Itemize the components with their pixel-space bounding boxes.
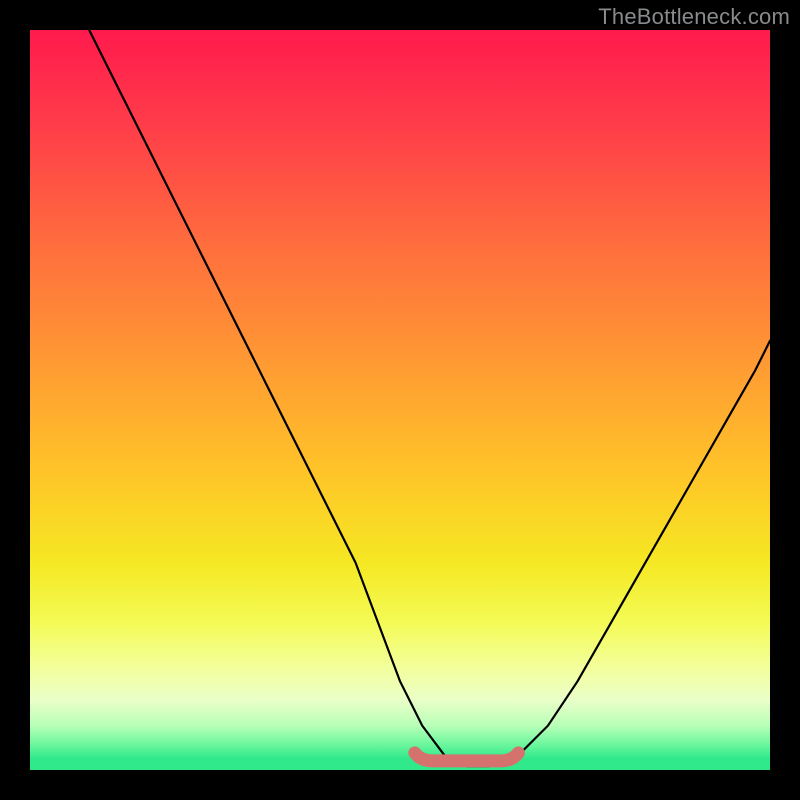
sweet-spot-marker	[415, 753, 519, 761]
plot-area	[30, 30, 770, 770]
watermark-text: TheBottleneck.com	[598, 4, 790, 30]
chart-frame: TheBottleneck.com	[0, 0, 800, 800]
chart-overlay	[30, 30, 770, 770]
bottleneck-curve	[89, 30, 770, 766]
